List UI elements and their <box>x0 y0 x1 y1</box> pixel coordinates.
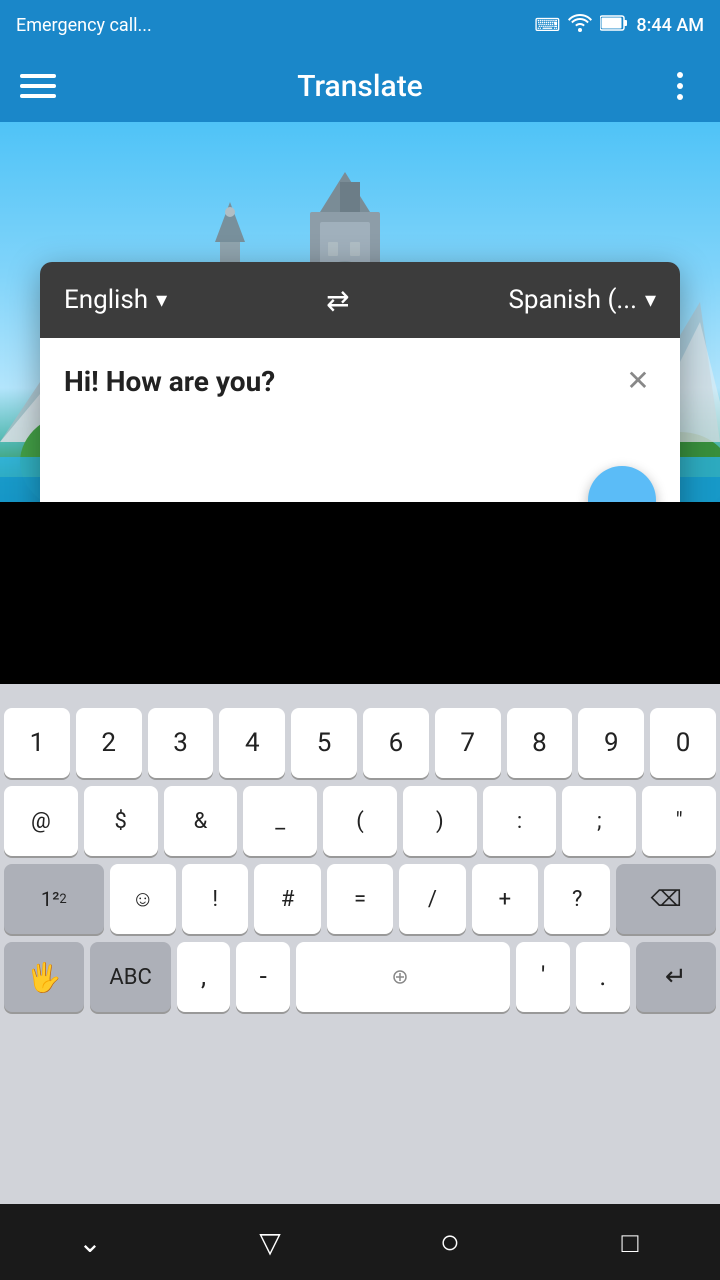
keyboard-row-special: 1²2 ☺ ! # = / + ? ⌫ <box>4 864 716 934</box>
status-icons: ⌨ 8:44 AM <box>534 13 704 37</box>
translation-input-area[interactable]: Hi! How are you? ✕ → <box>40 338 680 502</box>
key-dash[interactable]: - <box>236 942 290 1012</box>
more-options-button[interactable] <box>660 66 700 106</box>
bottom-navigation: ⌄ ▽ ○ □ <box>0 1204 720 1280</box>
key-plus[interactable]: + <box>472 864 538 934</box>
key-comma[interactable]: , <box>177 942 231 1012</box>
clear-button[interactable]: ✕ <box>616 358 660 402</box>
language-selector-bar: English ▾ ⇄ Spanish (... ▾ <box>40 262 680 338</box>
backspace-key[interactable]: ⌫ <box>616 864 716 934</box>
keyboard-area: 1 2 3 4 5 6 7 8 9 0 @ $ & _ ( ) : ; " 1²… <box>0 684 720 1280</box>
key-exclamation[interactable]: ! <box>182 864 248 934</box>
key-8[interactable]: 8 <box>507 708 573 778</box>
emergency-call-text: Emergency call... <box>16 15 152 36</box>
target-language-dropdown-icon: ▾ <box>645 288 656 313</box>
key-smiley[interactable]: ☺ <box>110 864 176 934</box>
enter-key[interactable]: ↵ <box>636 942 716 1012</box>
status-time: 8:44 AM <box>636 15 704 36</box>
key-colon[interactable]: : <box>483 786 557 856</box>
abc-key[interactable]: ABC <box>90 942 170 1012</box>
key-slash[interactable]: / <box>399 864 465 934</box>
source-language-dropdown-icon: ▾ <box>156 288 167 313</box>
key-period[interactable]: . <box>576 942 630 1012</box>
overview-button[interactable]: □ <box>600 1212 660 1272</box>
key-rparen[interactable]: ) <box>403 786 477 856</box>
keyboard: 1 2 3 4 5 6 7 8 9 0 @ $ & _ ( ) : ; " 1²… <box>0 704 720 1012</box>
page-title: Translate <box>60 69 660 104</box>
key-5[interactable]: 5 <box>291 708 357 778</box>
key-9[interactable]: 9 <box>578 708 644 778</box>
key-7[interactable]: 7 <box>435 708 501 778</box>
key-dollar[interactable]: $ <box>84 786 158 856</box>
source-language-selector[interactable]: English ▾ <box>64 285 167 315</box>
key-semicolon[interactable]: ; <box>562 786 636 856</box>
home-button[interactable]: ○ <box>420 1212 480 1272</box>
key-hash[interactable]: # <box>254 864 320 934</box>
key-1[interactable]: 1 <box>4 708 70 778</box>
key-123-toggle[interactable]: 1²2 <box>4 864 104 934</box>
key-equals[interactable]: = <box>327 864 393 934</box>
key-4[interactable]: 4 <box>219 708 285 778</box>
recent-apps-button[interactable]: ▽ <box>240 1212 300 1272</box>
swap-icon: ⇄ <box>326 284 349 317</box>
key-apostrophe[interactable]: ' <box>516 942 570 1012</box>
keyboard-spacer <box>0 684 720 704</box>
key-question[interactable]: ? <box>544 864 610 934</box>
battery-icon <box>600 15 628 36</box>
back-button[interactable]: ⌄ <box>60 1212 120 1272</box>
target-language-label: Spanish (... <box>508 285 637 315</box>
source-language-label: English <box>64 285 148 315</box>
keyboard-row-symbols: @ $ & _ ( ) : ; " <box>4 786 716 856</box>
status-bar: Emergency call... ⌨ 8:44 AM <box>0 0 720 50</box>
chevron-down-icon: ⌄ <box>78 1226 101 1259</box>
key-0[interactable]: 0 <box>650 708 716 778</box>
key-at[interactable]: @ <box>4 786 78 856</box>
square-icon: □ <box>622 1226 639 1259</box>
keyboard-status-icon: ⌨ <box>534 15 560 36</box>
circle-icon: ○ <box>440 1222 461 1262</box>
gesture-key[interactable]: 🖐 <box>4 942 84 1012</box>
input-text: Hi! How are you? <box>64 365 275 398</box>
triangle-icon: ▽ <box>259 1226 281 1259</box>
target-language-selector[interactable]: Spanish (... ▾ <box>508 285 656 315</box>
key-underscore[interactable]: _ <box>243 786 317 856</box>
swap-languages-button[interactable]: ⇄ <box>167 284 508 317</box>
translate-arrow-icon: → <box>606 484 638 502</box>
wifi-icon <box>568 13 592 37</box>
menu-button[interactable] <box>20 66 60 106</box>
key-2[interactable]: 2 <box>76 708 142 778</box>
keyboard-row-bottom: 🖐 ABC , - ' . ↵ <box>4 942 716 1012</box>
key-quote[interactable]: " <box>642 786 716 856</box>
translate-button[interactable]: → <box>588 466 656 502</box>
key-3[interactable]: 3 <box>148 708 214 778</box>
space-key[interactable] <box>296 942 510 1012</box>
close-icon: ✕ <box>626 364 649 397</box>
key-ampersand[interactable]: & <box>164 786 238 856</box>
keyboard-row-numbers: 1 2 3 4 5 6 7 8 9 0 <box>4 708 716 778</box>
translation-card: English ▾ ⇄ Spanish (... ▾ Hi! How are y… <box>40 262 680 502</box>
hero-background: English ▾ ⇄ Spanish (... ▾ Hi! How are y… <box>0 122 720 502</box>
key-6[interactable]: 6 <box>363 708 429 778</box>
app-toolbar: Translate <box>0 50 720 122</box>
key-lparen[interactable]: ( <box>323 786 397 856</box>
